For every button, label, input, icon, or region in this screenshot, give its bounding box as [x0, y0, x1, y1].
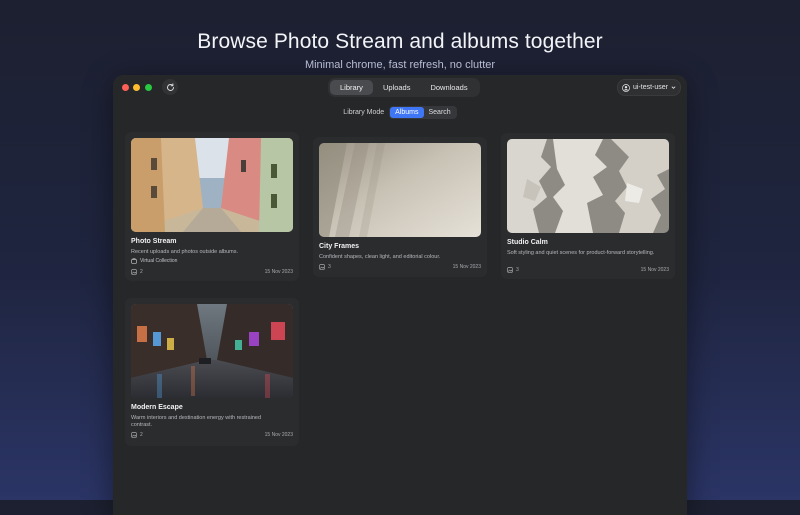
zoom-window-button[interactable]	[145, 84, 152, 91]
photos-icon	[131, 432, 137, 438]
photo-count: 2	[140, 269, 143, 275]
user-name: ui-test-user	[632, 84, 668, 91]
album-cover-image	[131, 138, 293, 232]
album-meta: 3	[319, 264, 331, 270]
title-bar: Library Uploads Downloads ui-test-user	[113, 75, 687, 101]
chevron-down-icon	[671, 86, 676, 89]
library-mode-segmented-control: Albums Search	[389, 106, 457, 119]
album-card-photo-stream[interactable]: Photo Stream Recent uploads and photos o…	[125, 132, 299, 281]
refresh-icon	[166, 82, 174, 91]
album-meta: 2	[131, 269, 143, 275]
album-description: Soft styling and quiet scenes for produc…	[507, 250, 655, 256]
library-mode-label: Library Mode	[343, 109, 385, 116]
alley-photo-icon	[131, 138, 293, 232]
library-mode-bar: Library Mode Albums Search	[113, 106, 687, 119]
album-date: 15 Nov 2023	[264, 432, 293, 438]
album-meta: 2	[131, 432, 143, 438]
photo-count: 3	[516, 267, 519, 273]
album-card-city-frames[interactable]: City Frames Confident shapes, clean ligh…	[313, 137, 487, 277]
mode-search-button[interactable]: Search	[424, 107, 456, 118]
album-cover-image	[507, 139, 669, 233]
nav-tabs: Library Uploads Downloads	[328, 78, 480, 97]
album-description: Confident shapes, clean light, and edito…	[319, 254, 441, 260]
tab-library[interactable]: Library	[330, 80, 373, 95]
hero-subtitle: Minimal chrome, fast refresh, no clutter	[304, 59, 496, 71]
peeling-paint-photo-icon	[507, 139, 669, 233]
tab-downloads[interactable]: Downloads	[420, 80, 477, 95]
photos-icon	[131, 269, 137, 275]
album-title: Studio Calm	[507, 239, 548, 246]
album-cover-image	[131, 304, 293, 398]
refresh-button[interactable]	[162, 79, 178, 95]
minimize-window-button[interactable]	[133, 84, 140, 91]
album-description: Warm interiors and destination energy wi…	[131, 415, 262, 428]
album-date: 15 Nov 2023	[452, 264, 481, 270]
rainy-street-photo-icon	[131, 304, 293, 398]
photos-icon	[507, 267, 513, 273]
album-title: Photo Stream	[131, 238, 177, 245]
album-date: 15 Nov 2023	[640, 267, 669, 273]
close-window-button[interactable]	[122, 84, 129, 91]
album-description: Recent uploads and photos outside albums…	[131, 249, 239, 255]
collection-badge: Virtual Collection	[131, 258, 177, 264]
photo-count: 3	[328, 264, 331, 270]
app-window: Library Uploads Downloads ui-test-user L…	[113, 75, 687, 515]
hero-title: Browse Photo Stream and albums together	[197, 30, 603, 53]
tab-uploads[interactable]: Uploads	[373, 80, 421, 95]
album-title: Modern Escape	[131, 404, 183, 411]
album-date: 15 Nov 2023	[264, 269, 293, 275]
user-menu-button[interactable]: ui-test-user	[616, 79, 681, 96]
photo-count: 2	[140, 432, 143, 438]
collection-label: Virtual Collection	[140, 258, 178, 264]
album-meta: 3	[507, 267, 519, 273]
album-card-modern-escape[interactable]: Modern Escape Warm interiors and destina…	[125, 298, 299, 446]
shadow-wall-photo-icon	[319, 143, 481, 237]
album-title: City Frames	[319, 243, 360, 250]
album-card-studio-calm[interactable]: Studio Calm Soft styling and quiet scene…	[501, 133, 675, 279]
album-cover-image	[319, 143, 481, 237]
collection-icon	[131, 258, 137, 264]
user-icon	[622, 83, 630, 92]
mode-albums-button[interactable]: Albums	[390, 107, 424, 118]
photos-icon	[319, 264, 325, 270]
